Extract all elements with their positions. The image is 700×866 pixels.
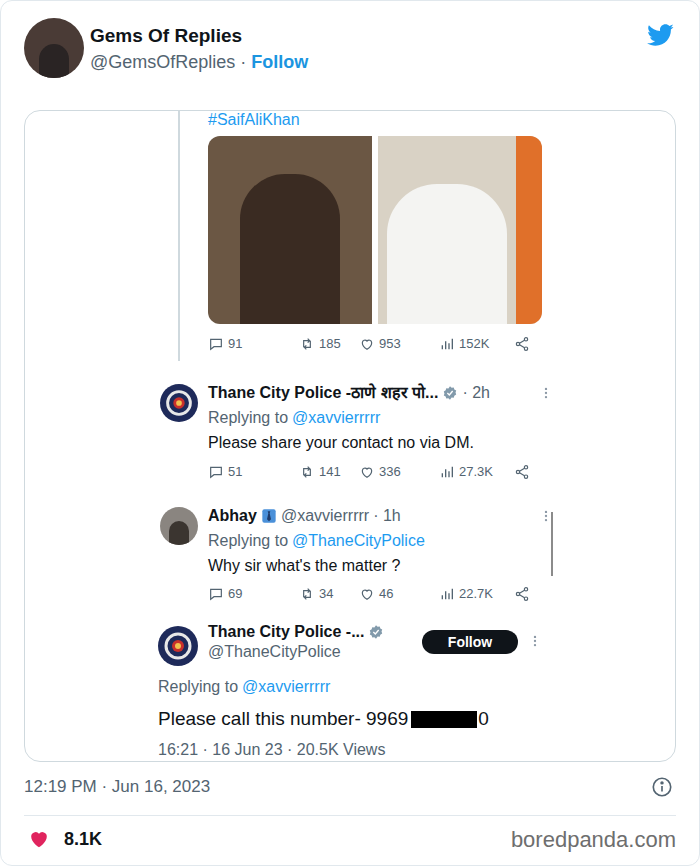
- heart-icon[interactable]: [359, 464, 375, 480]
- thread-line: [178, 111, 180, 361]
- like-count: 8.1K: [64, 826, 102, 853]
- reply-text-start: Please call this number- 9969: [158, 705, 408, 734]
- reply-avatar[interactable]: [160, 507, 198, 545]
- replying-label: Replying to: [158, 675, 238, 699]
- source-watermark: boredpanda.com: [511, 823, 676, 856]
- follow-button[interactable]: Follow: [422, 630, 518, 654]
- redaction-block: [411, 711, 477, 728]
- views-icon[interactable]: [439, 336, 455, 352]
- reply-time: · 1h: [373, 504, 401, 528]
- reply-icon[interactable]: [208, 336, 224, 352]
- reply-author-name[interactable]: Thane City Police -ठाणे शहर पो...: [208, 381, 438, 405]
- like-count: 336: [379, 462, 401, 482]
- reply-stats: 51 141 336 27.3K: [208, 462, 553, 482]
- view-count: 22.7K: [459, 584, 493, 604]
- police-logo-icon[interactable]: [160, 384, 198, 422]
- reply-count: 91: [228, 334, 242, 354]
- retweet-icon[interactable]: [299, 464, 315, 480]
- share-icon[interactable]: [514, 336, 530, 352]
- heart-icon[interactable]: [359, 336, 375, 352]
- twitter-bird-icon[interactable]: [644, 21, 676, 49]
- retweet-count: 34: [319, 584, 333, 604]
- replying-to-link[interactable]: @xavvierrrrr: [242, 675, 330, 699]
- police-logo-icon[interactable]: [158, 626, 198, 666]
- tweet-card: Gems Of Replies @GemsOfReplies · Follow …: [0, 0, 700, 866]
- reply: Thane City Police -ठाणे शहर पो... · 2h R…: [160, 380, 675, 482]
- reply-meta: 16:21 · 16 Jun 23 · 20.5K Views: [158, 740, 675, 760]
- separator: ·: [240, 50, 246, 74]
- author-handle[interactable]: @GemsOfReplies: [90, 50, 235, 74]
- reply-time: · 2h: [462, 381, 490, 405]
- retweet-count: 185: [319, 334, 341, 354]
- embedded-screenshot: #SaifAliKhan: [24, 110, 676, 762]
- timestamp[interactable]: 12:19 PM · Jun 16, 2023: [24, 774, 210, 800]
- scrollbar[interactable]: [551, 512, 553, 576]
- retweet-icon[interactable]: [299, 336, 315, 352]
- retweet-count: 141: [319, 462, 341, 482]
- reply-icon[interactable]: [208, 464, 224, 480]
- more-icon[interactable]: [539, 386, 553, 400]
- reply-text: Please call this number- 9969 0: [158, 706, 675, 732]
- tweet-header: Gems Of Replies @GemsOfReplies · Follow: [1, 1, 699, 78]
- reply-handle[interactable]: @xavvierrrrr: [281, 504, 369, 528]
- heart-icon[interactable]: [359, 586, 375, 602]
- replying-to-link[interactable]: @xavvierrrrr: [292, 406, 380, 430]
- replying-label: Replying to: [208, 406, 288, 430]
- more-icon[interactable]: [528, 634, 542, 648]
- reply-text: Please share your contact no via DM.: [208, 430, 553, 455]
- reply-stats: 69 34 46 22.7K: [208, 584, 553, 604]
- reply-author-name[interactable]: Abhay: [208, 504, 257, 528]
- tweet-footer: 8.1K boredpanda.com: [24, 816, 676, 862]
- like-count: 953: [379, 334, 401, 354]
- author-avatar[interactable]: [24, 18, 84, 78]
- verified-badge-icon: [368, 624, 384, 640]
- hashtag[interactable]: #SaifAliKhan: [208, 111, 542, 129]
- reply: Abhay @xavvierrrrr · 1h Replying to @Tha…: [160, 503, 675, 604]
- tie-icon: [261, 508, 277, 524]
- info-icon[interactable]: [651, 776, 673, 798]
- photo[interactable]: [208, 136, 372, 324]
- share-icon[interactable]: [514, 464, 530, 480]
- verified-badge-icon: [442, 385, 458, 401]
- views-icon[interactable]: [439, 464, 455, 480]
- reply-handle[interactable]: @ThaneCityPolice: [208, 642, 422, 662]
- retweet-icon[interactable]: [299, 586, 315, 602]
- reply-text: Why sir what's the matter ?: [208, 553, 553, 578]
- heart-icon[interactable]: [28, 828, 50, 850]
- views-icon[interactable]: [439, 586, 455, 602]
- share-icon[interactable]: [514, 586, 530, 602]
- post-stats: 91 185 953 152K: [208, 334, 542, 354]
- replying-to-link[interactable]: @ThaneCityPolice: [292, 529, 425, 553]
- like-count: 46: [379, 584, 393, 604]
- reply-icon[interactable]: [208, 586, 224, 602]
- divider: [24, 815, 676, 816]
- focused-reply: Thane City Police -... @ThaneCityPolice …: [158, 622, 675, 760]
- reply-author-name[interactable]: Thane City Police -...: [208, 620, 364, 644]
- reply-count: 69: [228, 584, 242, 604]
- view-count: 27.3K: [459, 462, 493, 482]
- author-name[interactable]: Gems Of Replies: [90, 24, 308, 48]
- original-post: #SaifAliKhan: [160, 111, 675, 361]
- replying-label: Replying to: [208, 529, 288, 553]
- follow-link[interactable]: Follow: [251, 50, 308, 74]
- reply-text-tail: 0: [478, 705, 489, 734]
- view-count: 152K: [459, 334, 489, 354]
- photo[interactable]: [378, 136, 542, 324]
- reply-count: 51: [228, 462, 242, 482]
